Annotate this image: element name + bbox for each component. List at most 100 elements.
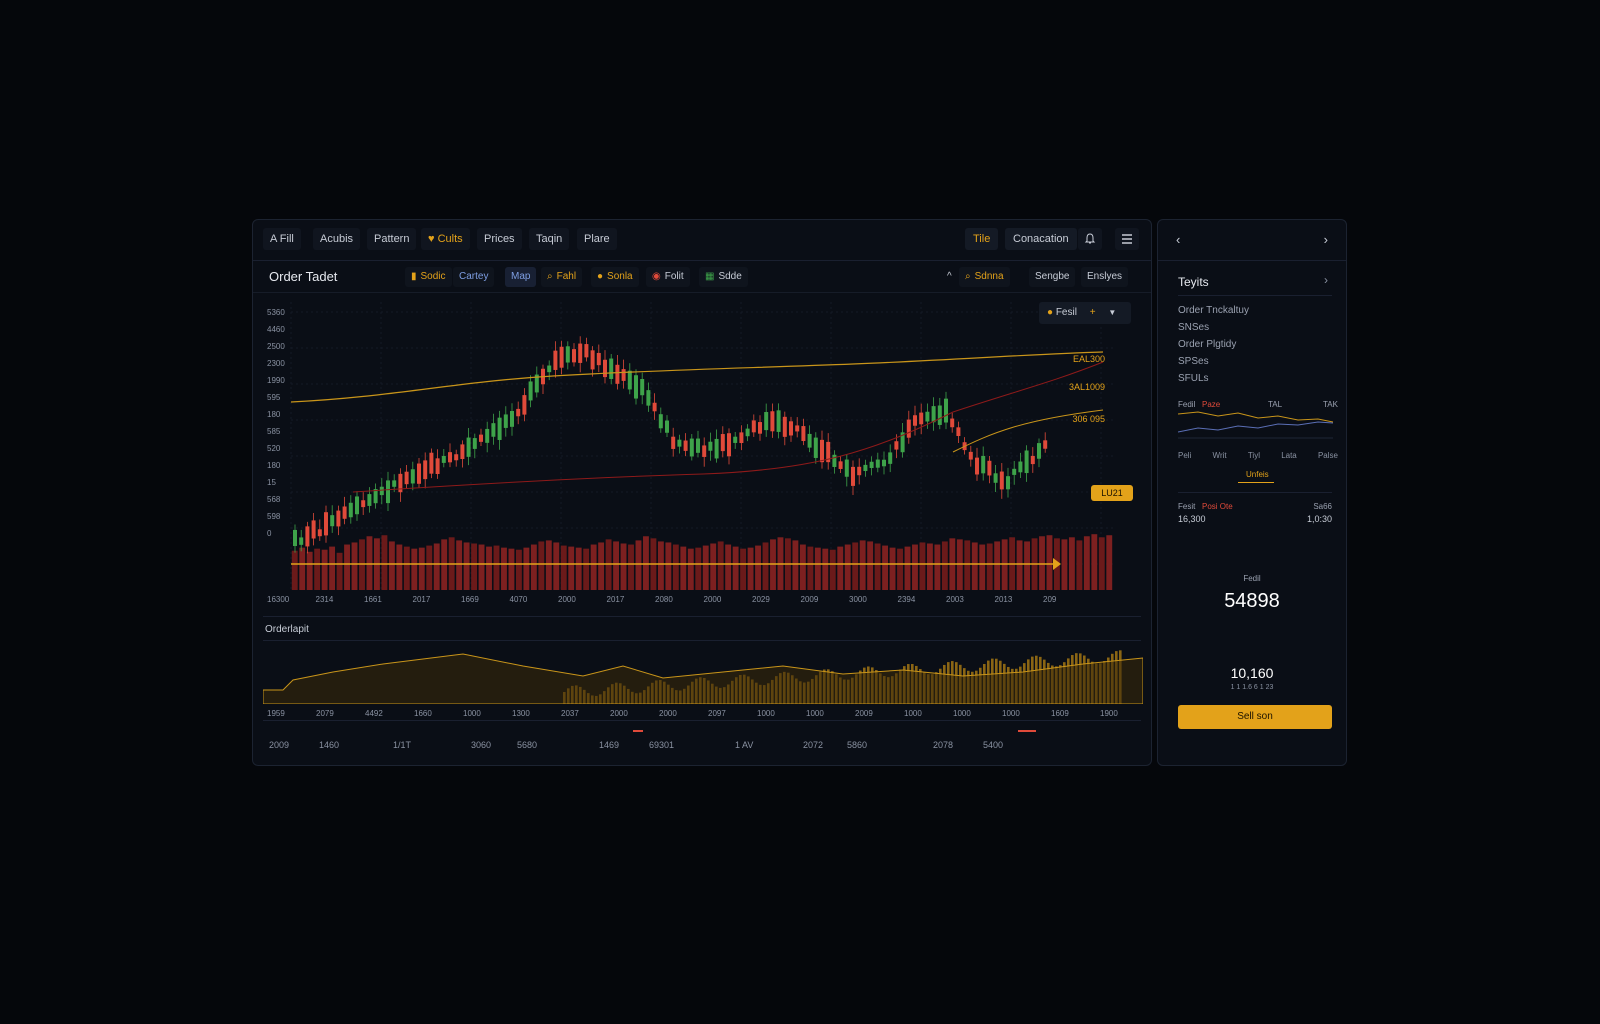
chevron-right-icon[interactable]: › bbox=[1324, 273, 1328, 287]
volume-bar bbox=[530, 544, 537, 590]
tool-sdde[interactable]: ▦ Sdde bbox=[699, 267, 748, 287]
side-header: ‹ › bbox=[1158, 220, 1346, 261]
y-tick-label: 2500 bbox=[267, 342, 285, 351]
y-tick-label: 180 bbox=[267, 461, 281, 470]
volume-bar bbox=[351, 542, 358, 590]
tool-sdnna[interactable]: ⌕ Sdnna bbox=[959, 267, 1010, 287]
indicator-value[interactable]: + bbox=[1090, 307, 1096, 318]
volume-bar bbox=[852, 542, 859, 590]
candle-body bbox=[565, 346, 570, 363]
candle-body bbox=[1043, 440, 1048, 449]
volume-bar bbox=[1106, 535, 1113, 590]
action-button[interactable]: Sell son bbox=[1178, 705, 1332, 729]
level-marker-badge[interactable]: LU21 bbox=[1091, 485, 1133, 501]
bottom-stat: 69301 bbox=[649, 740, 675, 750]
volume-bar bbox=[418, 547, 425, 590]
divider bbox=[263, 640, 1141, 641]
candle-body bbox=[1037, 443, 1041, 459]
tool-fahl[interactable]: ⌕ Fahl bbox=[541, 267, 583, 287]
volume-bar bbox=[717, 541, 724, 590]
side-item-snses[interactable]: SNSes bbox=[1178, 322, 1209, 333]
y-tick-label: 598 bbox=[267, 512, 281, 521]
nav-item-pattern[interactable]: Pattern bbox=[367, 228, 417, 250]
volume-bar bbox=[1098, 537, 1105, 590]
y-tick-label: 0 bbox=[267, 529, 272, 538]
chevron-down-icon[interactable]: ▼ bbox=[1108, 308, 1116, 317]
tool-enslyes[interactable]: Enslyes bbox=[1081, 267, 1129, 287]
candle-body bbox=[578, 343, 583, 363]
chevron-left-icon[interactable]: ‹ bbox=[1176, 232, 1180, 247]
volume-bar bbox=[897, 548, 903, 590]
mini-line-chart[interactable] bbox=[1178, 410, 1333, 446]
tool-sonla[interactable]: ● Sonla bbox=[591, 267, 639, 287]
nav-item-plare[interactable]: Plare bbox=[577, 228, 617, 250]
volume-bar bbox=[665, 542, 672, 590]
x-tick-label: 2080 bbox=[655, 595, 673, 604]
nav-item-prices[interactable]: Prices bbox=[477, 228, 522, 250]
candle-body bbox=[609, 358, 614, 379]
candle-body bbox=[510, 411, 514, 427]
candle-body bbox=[807, 433, 812, 448]
tool-map[interactable]: Map bbox=[505, 267, 537, 287]
candle-body bbox=[770, 411, 775, 432]
menu-icon[interactable] bbox=[1115, 228, 1139, 250]
candle-body bbox=[386, 480, 390, 504]
connection-button[interactable]: Conacation bbox=[1005, 228, 1077, 250]
candle-body bbox=[1030, 455, 1035, 465]
tool-sengbe[interactable]: Sengbe bbox=[1029, 267, 1076, 287]
volume-bar bbox=[762, 542, 769, 590]
candle-body bbox=[764, 412, 769, 431]
side-item-spses[interactable]: SPSes bbox=[1178, 356, 1209, 367]
candlesticks bbox=[293, 336, 1048, 554]
side-item-sfuls[interactable]: SFULs bbox=[1178, 373, 1209, 384]
mini-x-label: Peli bbox=[1178, 451, 1192, 460]
candle-body bbox=[324, 512, 328, 536]
candle-body bbox=[820, 439, 824, 463]
volume-bar bbox=[1016, 540, 1023, 590]
tab-title[interactable]: Tile bbox=[965, 228, 999, 250]
mini-chart-x-labels: Peli Writ Tiyl Lata Palse bbox=[1178, 451, 1338, 460]
candle-body bbox=[497, 417, 502, 440]
depth-x-label: 1000 bbox=[757, 709, 775, 718]
side-item-order-plgtidy[interactable]: Order Plgtidy bbox=[1178, 339, 1236, 350]
price-chart[interactable] bbox=[253, 292, 1151, 612]
volume-bar bbox=[553, 542, 560, 590]
depth-x-label: 1000 bbox=[806, 709, 824, 718]
volume-bar bbox=[403, 546, 410, 590]
nav-item-a-fill[interactable]: A Fill bbox=[263, 228, 301, 250]
bottom-stat: 1469 bbox=[599, 740, 620, 750]
stat-right-value: 1,0:30 bbox=[1306, 514, 1332, 524]
tool-sodic[interactable]: ▮ Sodic bbox=[405, 267, 452, 287]
divider bbox=[1178, 295, 1332, 296]
volume-bar bbox=[889, 547, 896, 590]
side-item-order-tnckaltuy[interactable]: Order Tnckaltuy bbox=[1178, 305, 1249, 316]
volume-bar bbox=[1091, 534, 1098, 590]
nav-item-taqin[interactable]: Taqin bbox=[529, 228, 570, 250]
bell-icon[interactable] bbox=[1078, 228, 1102, 250]
x-tick-label: 2000 bbox=[703, 595, 722, 604]
candle-body bbox=[392, 480, 397, 487]
volume-bar bbox=[979, 544, 986, 590]
volume-bar bbox=[687, 548, 694, 590]
y-tick-label: 520 bbox=[267, 444, 281, 453]
mini-chart-tab[interactable]: Unfeis bbox=[1246, 470, 1269, 479]
nav-item-cults[interactable]: ♥ Cults bbox=[421, 228, 470, 250]
candle-body bbox=[776, 410, 781, 432]
candle-body bbox=[708, 441, 713, 451]
candle-body bbox=[553, 350, 558, 370]
nav-item-acubis[interactable]: Acubis bbox=[313, 228, 361, 250]
tool-folit[interactable]: ◉ Folit bbox=[646, 267, 690, 287]
candle-body bbox=[739, 432, 744, 444]
y-tick-label: 1990 bbox=[267, 376, 285, 385]
candle-body bbox=[361, 500, 366, 508]
indicator-control[interactable]: ● Fesil + ▼ bbox=[1039, 302, 1131, 324]
volume-bar bbox=[657, 541, 664, 590]
depth-x-label: 1000 bbox=[904, 709, 922, 718]
depth-chart[interactable] bbox=[263, 644, 1143, 704]
tool-sdde-label: Sdde bbox=[718, 271, 742, 282]
candle-body bbox=[516, 408, 521, 417]
chevron-up-icon[interactable]: ^ bbox=[941, 267, 958, 287]
tool-cartey[interactable]: Cartey bbox=[453, 267, 495, 287]
chevron-right-icon[interactable]: › bbox=[1324, 232, 1328, 247]
x-tick-label: 2003 bbox=[946, 595, 964, 604]
